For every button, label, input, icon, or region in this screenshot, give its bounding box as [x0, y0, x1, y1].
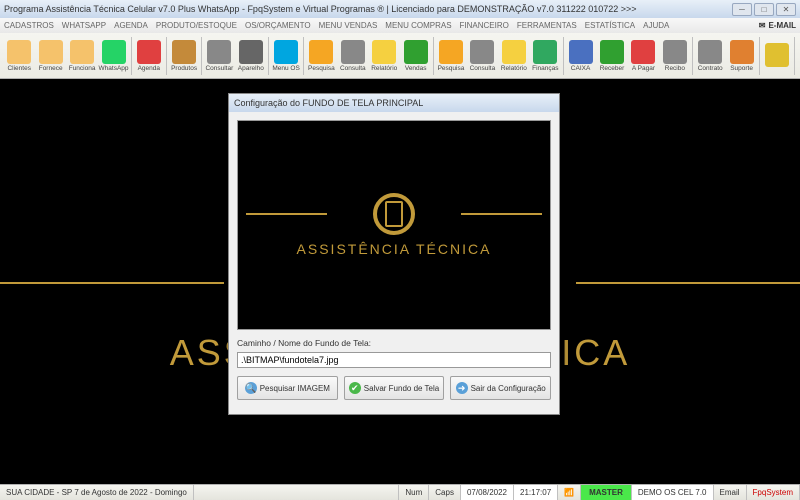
a-pagar-icon	[631, 40, 655, 64]
agenda-icon	[137, 40, 161, 64]
status-date: 07/08/2022	[461, 485, 514, 500]
toolbar-consulta-vendas[interactable]: Consulta	[467, 35, 497, 77]
toolbar-consultar-produtos[interactable]: Consultar	[204, 35, 234, 77]
menu-ferramentas[interactable]: FERRAMENTAS	[517, 21, 577, 30]
menu-email[interactable]: ✉E-MAIL	[759, 21, 796, 30]
menu-whatsapp[interactable]: WHATSAPP	[62, 21, 106, 30]
toolbar-fornecedores[interactable]: Fornece	[35, 35, 65, 77]
toolbar-produtos[interactable]: Produtos	[169, 35, 199, 77]
toolbar-vendas[interactable]: Vendas	[400, 35, 430, 77]
relatorio-os-icon	[372, 40, 396, 64]
status-caps: Caps	[429, 485, 461, 500]
toolbar-pesquisa-os[interactable]: Pesquisa	[306, 35, 336, 77]
receber-icon	[600, 40, 624, 64]
aparelho-icon	[239, 40, 263, 64]
pesquisa-os-icon	[309, 40, 333, 64]
check-icon: ✔	[349, 382, 361, 394]
consultar-produtos-icon	[207, 40, 231, 64]
save-wallpaper-button[interactable]: ✔Salvar Fundo de Tela	[344, 376, 445, 400]
minimize-button[interactable]: ─	[732, 3, 752, 16]
pesquisa-vendas-icon	[439, 40, 463, 64]
suporte-icon	[730, 40, 754, 64]
path-input[interactable]	[237, 352, 551, 368]
toolbar-funcionarios[interactable]: Funciona	[67, 35, 97, 77]
menu-os-icon	[274, 40, 298, 64]
toolbar-relatorio-os[interactable]: Relatório	[369, 35, 399, 77]
toolbar-contrato[interactable]: Contrato	[695, 35, 725, 77]
fornecedores-icon	[39, 40, 63, 64]
path-label: Caminho / Nome do Fundo de Tela:	[237, 338, 551, 348]
status-master: MASTER	[581, 485, 632, 500]
search-image-button[interactable]: 🔍Pesquisar IMAGEM	[237, 376, 338, 400]
dialog-title[interactable]: Configuração do FUNDO DE TELA PRINCIPAL	[229, 94, 559, 112]
clientes-icon	[7, 40, 31, 64]
menu-estatistica[interactable]: ESTATÍSTICA	[585, 21, 635, 30]
exit-config-button[interactable]: ➜Sair da Configuração	[450, 376, 551, 400]
status-email[interactable]: Email	[714, 485, 747, 500]
workspace: ASSISTÊNCIA TÉCNICA Configuração do FUND…	[0, 79, 800, 484]
menu-ajuda[interactable]: AJUDA	[643, 21, 669, 30]
menu-compras[interactable]: MENU COMPRAS	[385, 21, 451, 30]
toolbar: ClientesForneceFuncionaWhatsAppAgendaPro…	[0, 33, 800, 79]
toolbar-recibo[interactable]: Recibo	[660, 35, 690, 77]
preview-text: ASSISTÊNCIA TÉCNICA	[297, 241, 492, 257]
preview-gear-icon	[373, 193, 415, 235]
status-location: SUA CIDADE - SP 7 de Agosto de 2022 - Do…	[0, 485, 194, 500]
path-field: Caminho / Nome do Fundo de Tela:	[237, 338, 551, 368]
whatsapp-icon	[102, 40, 126, 64]
vendas-icon	[404, 40, 428, 64]
funcionarios-icon	[70, 40, 94, 64]
menu-financeiro[interactable]: FINANCEIRO	[460, 21, 509, 30]
recibo-icon	[663, 40, 687, 64]
relatorio-vendas-icon	[502, 40, 526, 64]
menu-cadastros[interactable]: CADASTROS	[4, 21, 54, 30]
status-brand: FpqSystem	[747, 485, 800, 500]
toolbar-aparelho[interactable]: Aparelho	[236, 35, 266, 77]
toolbar-menu-os[interactable]: Menu OS	[271, 35, 301, 77]
menu-produto[interactable]: PRODUTO/ESTOQUE	[156, 21, 237, 30]
toolbar-whatsapp[interactable]: WhatsApp	[98, 35, 128, 77]
status-version: DEMO OS CEL 7.0	[632, 485, 714, 500]
toolbar-consulta-os[interactable]: Consulta	[338, 35, 368, 77]
arrow-right-icon: ➜	[456, 382, 468, 394]
status-signal-icon: 📶	[558, 485, 581, 500]
toolbar-caixa[interactable]: CAIXA	[565, 35, 595, 77]
consulta-os-icon	[341, 40, 365, 64]
toolbar-relatorio-vendas[interactable]: Relatório	[499, 35, 529, 77]
toolbar-pesquisa-vendas[interactable]: Pesquisa	[436, 35, 466, 77]
config-dialog: Configuração do FUNDO DE TELA PRINCIPAL …	[228, 93, 560, 415]
toolbar-receber[interactable]: Receber	[597, 35, 627, 77]
consulta-vendas-icon	[470, 40, 494, 64]
menu-agenda[interactable]: AGENDA	[114, 21, 148, 30]
menu-vendas[interactable]: MENU VENDAS	[319, 21, 378, 30]
caixa-icon	[569, 40, 593, 64]
toolbar-sair[interactable]	[762, 35, 792, 77]
sair-icon	[765, 43, 789, 67]
toolbar-agenda[interactable]: Agenda	[134, 35, 164, 77]
window-titlebar: Programa Assistência Técnica Celular v7.…	[0, 0, 800, 18]
contrato-icon	[698, 40, 722, 64]
magnifier-icon: 🔍	[245, 382, 257, 394]
status-time: 21:17:07	[514, 485, 558, 500]
maximize-button[interactable]: □	[754, 3, 774, 16]
close-button[interactable]: ✕	[776, 3, 796, 16]
window-title: Programa Assistência Técnica Celular v7.…	[4, 4, 730, 14]
produtos-icon	[172, 40, 196, 64]
menu-os[interactable]: OS/ORÇAMENTO	[245, 21, 311, 30]
menubar: CADASTROS WHATSAPP AGENDA PRODUTO/ESTOQU…	[0, 18, 800, 33]
status-num: Num	[399, 485, 429, 500]
toolbar-a-pagar[interactable]: A Pagar	[628, 35, 658, 77]
toolbar-clientes[interactable]: Clientes	[4, 35, 34, 77]
toolbar-suporte[interactable]: Suporte	[726, 35, 756, 77]
toolbar-financas[interactable]: Finanças	[530, 35, 560, 77]
financas-icon	[533, 40, 557, 64]
wallpaper-preview: ASSISTÊNCIA TÉCNICA	[237, 120, 551, 330]
statusbar: SUA CIDADE - SP 7 de Agosto de 2022 - Do…	[0, 484, 800, 500]
envelope-icon: ✉	[759, 21, 766, 30]
